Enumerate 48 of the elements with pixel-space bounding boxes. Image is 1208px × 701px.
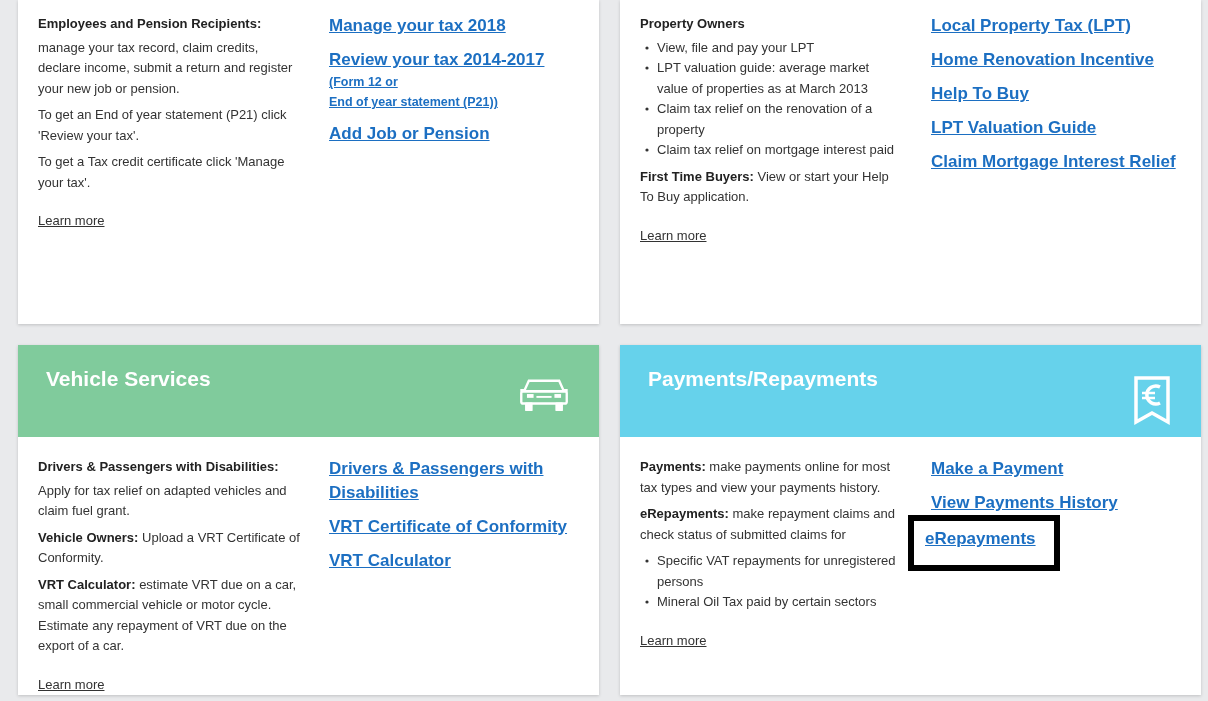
service-link[interactable]: Add Job or Pension	[329, 122, 490, 146]
service-link[interactable]: VRT Calculator	[329, 549, 451, 573]
bullet-icon	[645, 45, 649, 50]
service-link[interactable]: Manage your tax 2018	[329, 14, 506, 38]
learn-more-link[interactable]: Learn more	[640, 225, 707, 246]
service-link[interactable]: View Payments History	[931, 491, 1118, 515]
service-link[interactable]: Home Renovation Incentive	[931, 48, 1154, 72]
learn-more-link[interactable]: Learn more	[38, 211, 105, 232]
section-heading: Drivers & Passengers with Disabilities:	[38, 458, 280, 476]
bullet-item: LPT valuation guide: average market value of properties as at March 2013	[657, 60, 870, 96]
service-link[interactable]: Drivers & Passengers with Disabilities	[329, 457, 583, 505]
bullet-icon	[645, 600, 649, 604]
learn-more-link[interactable]: Learn more	[38, 674, 105, 695]
bullet-item: Mineral Oil Tax paid by certain sectors	[657, 594, 877, 609]
section-heading: Employees and Pension Recipients:	[38, 15, 263, 33]
bullet-item: Specific VAT repayments for unregistered persons	[657, 553, 896, 589]
card-title: Payments/Repayments	[648, 367, 878, 391]
description-text: First Time Buyers: View or start your Help To Buy application.	[640, 167, 890, 206]
description-text: Apply for tax relief on adapted vehicles and claim fuel grant.	[38, 481, 288, 520]
bullet-icon	[645, 107, 649, 111]
service-link[interactable]: LPT Valuation Guide	[931, 116, 1097, 140]
euro-receipt-icon	[1133, 375, 1171, 425]
bullet-item: Claim tax relief on mortgage interest paid	[657, 142, 894, 157]
note-link[interactable]: End of year statement (P21))	[329, 92, 498, 112]
description-text: eRepayments: make repayment claims and check status of submitted claims for	[640, 505, 897, 544]
description-text: VRT Calculator: estimate VRT due on a car, small commercial vehicle or motor cycle. Estimate any repayment of VRT due on the export of a car.	[38, 575, 298, 655]
description-text: manage your tax record, claim credits, declare income, submit a return and register your new job or pension.	[38, 38, 294, 98]
description-text: To get an End of year statement (P21) click 'Review your tax'.	[38, 106, 288, 145]
card-title: Vehicle Services	[46, 367, 211, 391]
description-text: Vehicle Owners: Upload a VRT Certificate of Conformity.	[38, 528, 300, 567]
service-link[interactable]: eRepayments	[925, 527, 1036, 551]
service-link[interactable]: VRT Certificate of Conformity	[329, 515, 568, 539]
description-text: Payments: make payments online for most tax types and view your payments history.	[640, 458, 891, 497]
service-link[interactable]: Claim Mortgage Interest Relief	[931, 150, 1176, 174]
section-heading: Property Owners	[640, 15, 746, 33]
bullet-icon	[645, 66, 649, 70]
description-text: To get a Tax credit certificate click 'Manage your tax'.	[38, 153, 286, 192]
bullet-item: View, file and pay your LPT	[657, 39, 815, 55]
bullet-icon	[645, 559, 649, 563]
note-link[interactable]: (Form 12 or	[329, 72, 398, 92]
service-link[interactable]: Help To Buy	[931, 82, 1029, 106]
bullet-item: Claim tax relief on the renovation of a property	[657, 101, 873, 137]
learn-more-link[interactable]: Learn more	[640, 630, 707, 651]
service-link[interactable]: Local Property Tax (LPT)	[931, 14, 1131, 38]
bullet-icon	[645, 148, 649, 152]
car-icon	[517, 377, 571, 413]
service-link[interactable]: Make a Payment	[931, 457, 1064, 481]
service-link[interactable]: Review your tax 2014-2017	[329, 48, 545, 72]
